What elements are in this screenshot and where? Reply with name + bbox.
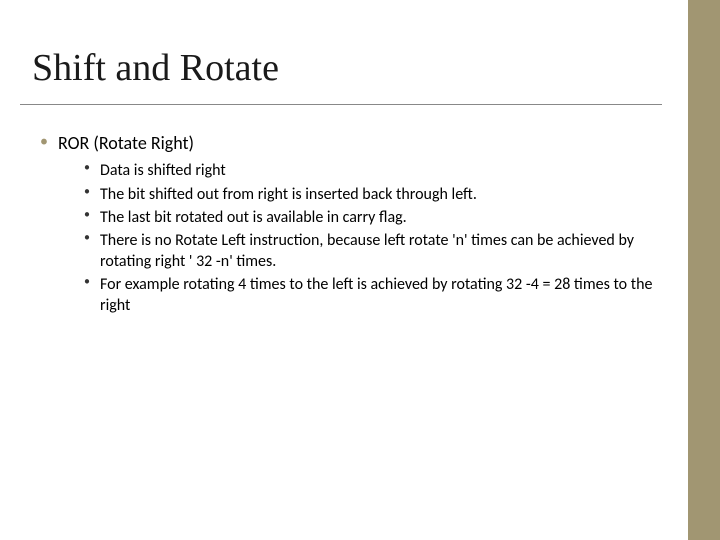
bullet-text: For example rotating 4 times to the left… (100, 275, 652, 314)
bullet-text: There is no Rotate Left instruction, bec… (100, 231, 634, 270)
list-item: ROR (Rotate Right) Data is shifted right… (38, 132, 676, 316)
level1-label: ROR (Rotate Right) (58, 132, 194, 154)
bullet-text: Data is shifted right (100, 161, 226, 180)
list-item: The last bit rotated out is available in… (84, 208, 676, 228)
bullet-text: The last bit rotated out is available in… (100, 208, 407, 227)
slide-title: Shift and Rotate (32, 46, 279, 90)
list-item: Data is shifted right (84, 161, 676, 181)
bullet-list-level2: Data is shifted right The bit shifted ou… (58, 161, 676, 316)
slide: Shift and Rotate ROR (Rotate Right) Data… (0, 0, 720, 540)
list-item: There is no Rotate Left instruction, bec… (84, 231, 676, 272)
bullet-text: The bit shifted out from right is insert… (100, 185, 477, 204)
slide-content: ROR (Rotate Right) Data is shifted right… (38, 132, 676, 322)
bullet-list-level1: ROR (Rotate Right) Data is shifted right… (38, 132, 676, 316)
title-underline (20, 104, 662, 105)
list-item: The bit shifted out from right is insert… (84, 185, 676, 205)
accent-bar (688, 0, 720, 540)
list-item: For example rotating 4 times to the left… (84, 275, 676, 316)
